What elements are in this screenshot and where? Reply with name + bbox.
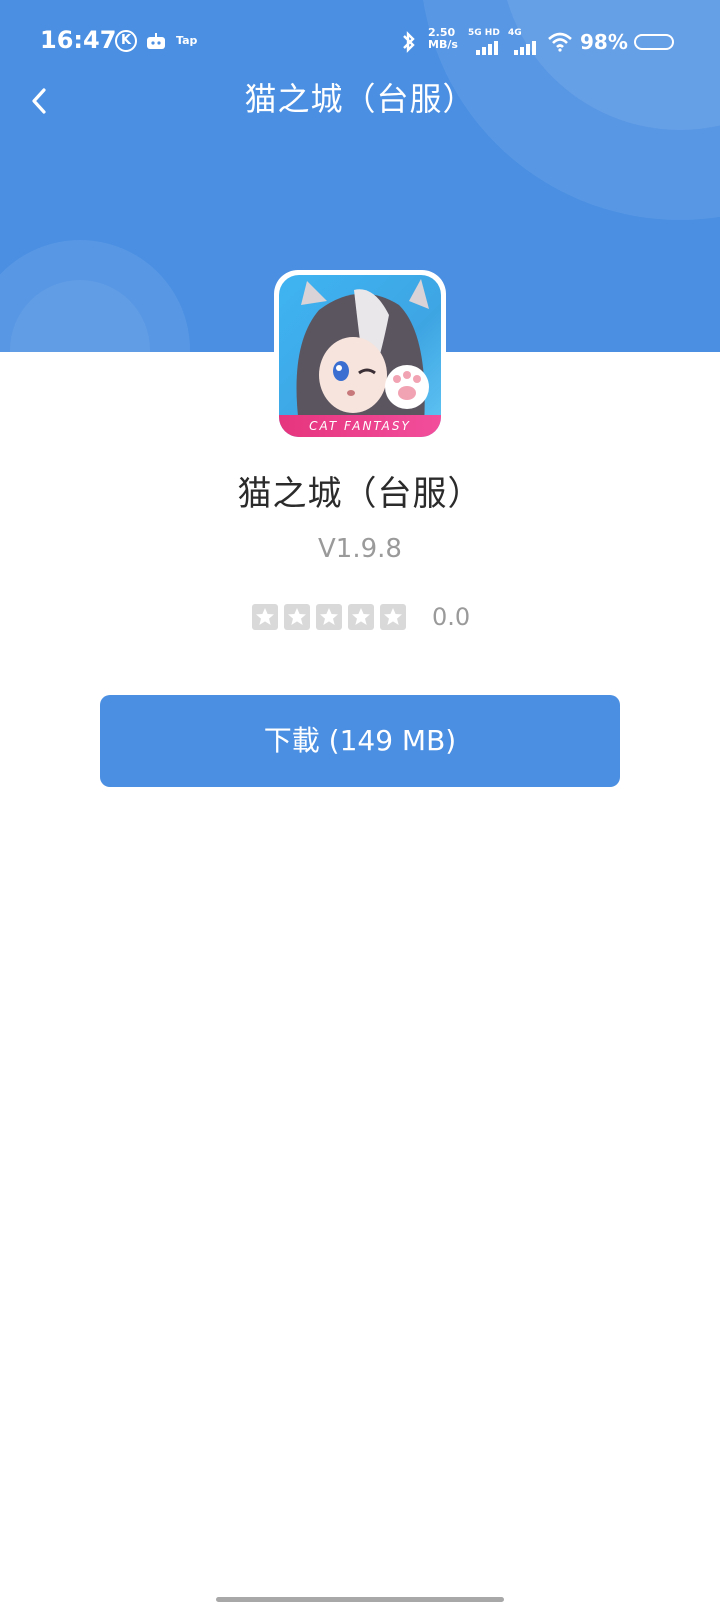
- rating-score: 0.0: [432, 603, 471, 631]
- battery-icon: [634, 34, 674, 50]
- app-icon-caption: CAT FANTASY: [279, 415, 441, 437]
- signal-icon: [476, 41, 498, 55]
- network-speed: 2.50 MB/s: [428, 27, 458, 51]
- robot-icon: [147, 33, 165, 49]
- status-bar: 16:47 K Tap 2.50 MB/s 5G HD 4G 98%: [0, 20, 720, 66]
- star-rating: [252, 604, 406, 630]
- star-icon: [316, 604, 342, 630]
- battery-percent: 98%: [580, 30, 628, 54]
- bluetooth-icon: [403, 31, 415, 53]
- star-icon: [380, 604, 406, 630]
- network-type-2: 4G: [508, 28, 522, 38]
- status-time: 16:47: [40, 26, 117, 54]
- home-indicator[interactable]: [216, 1597, 504, 1602]
- download-button[interactable]: 下載 (149 MB): [100, 695, 620, 787]
- network-type-1: 5G HD: [468, 28, 500, 38]
- star-icon: [252, 604, 278, 630]
- app-version: V1.9.8: [318, 534, 402, 564]
- wifi-icon: [548, 32, 572, 52]
- speed-unit: MB/s: [428, 38, 458, 51]
- star-icon: [348, 604, 374, 630]
- page-title: 猫之城（台服）: [244, 80, 476, 118]
- k-app-icon: K: [115, 30, 137, 52]
- tap-app-label: Tap: [176, 34, 198, 47]
- anime-character-illustration: [296, 279, 429, 425]
- signal-icon: [514, 41, 536, 55]
- star-icon: [284, 604, 310, 630]
- app-name: 猫之城（台服）: [237, 474, 483, 514]
- app-icon: CAT FANTASY: [274, 270, 446, 442]
- app-icon-artwork: CAT FANTASY: [279, 275, 441, 437]
